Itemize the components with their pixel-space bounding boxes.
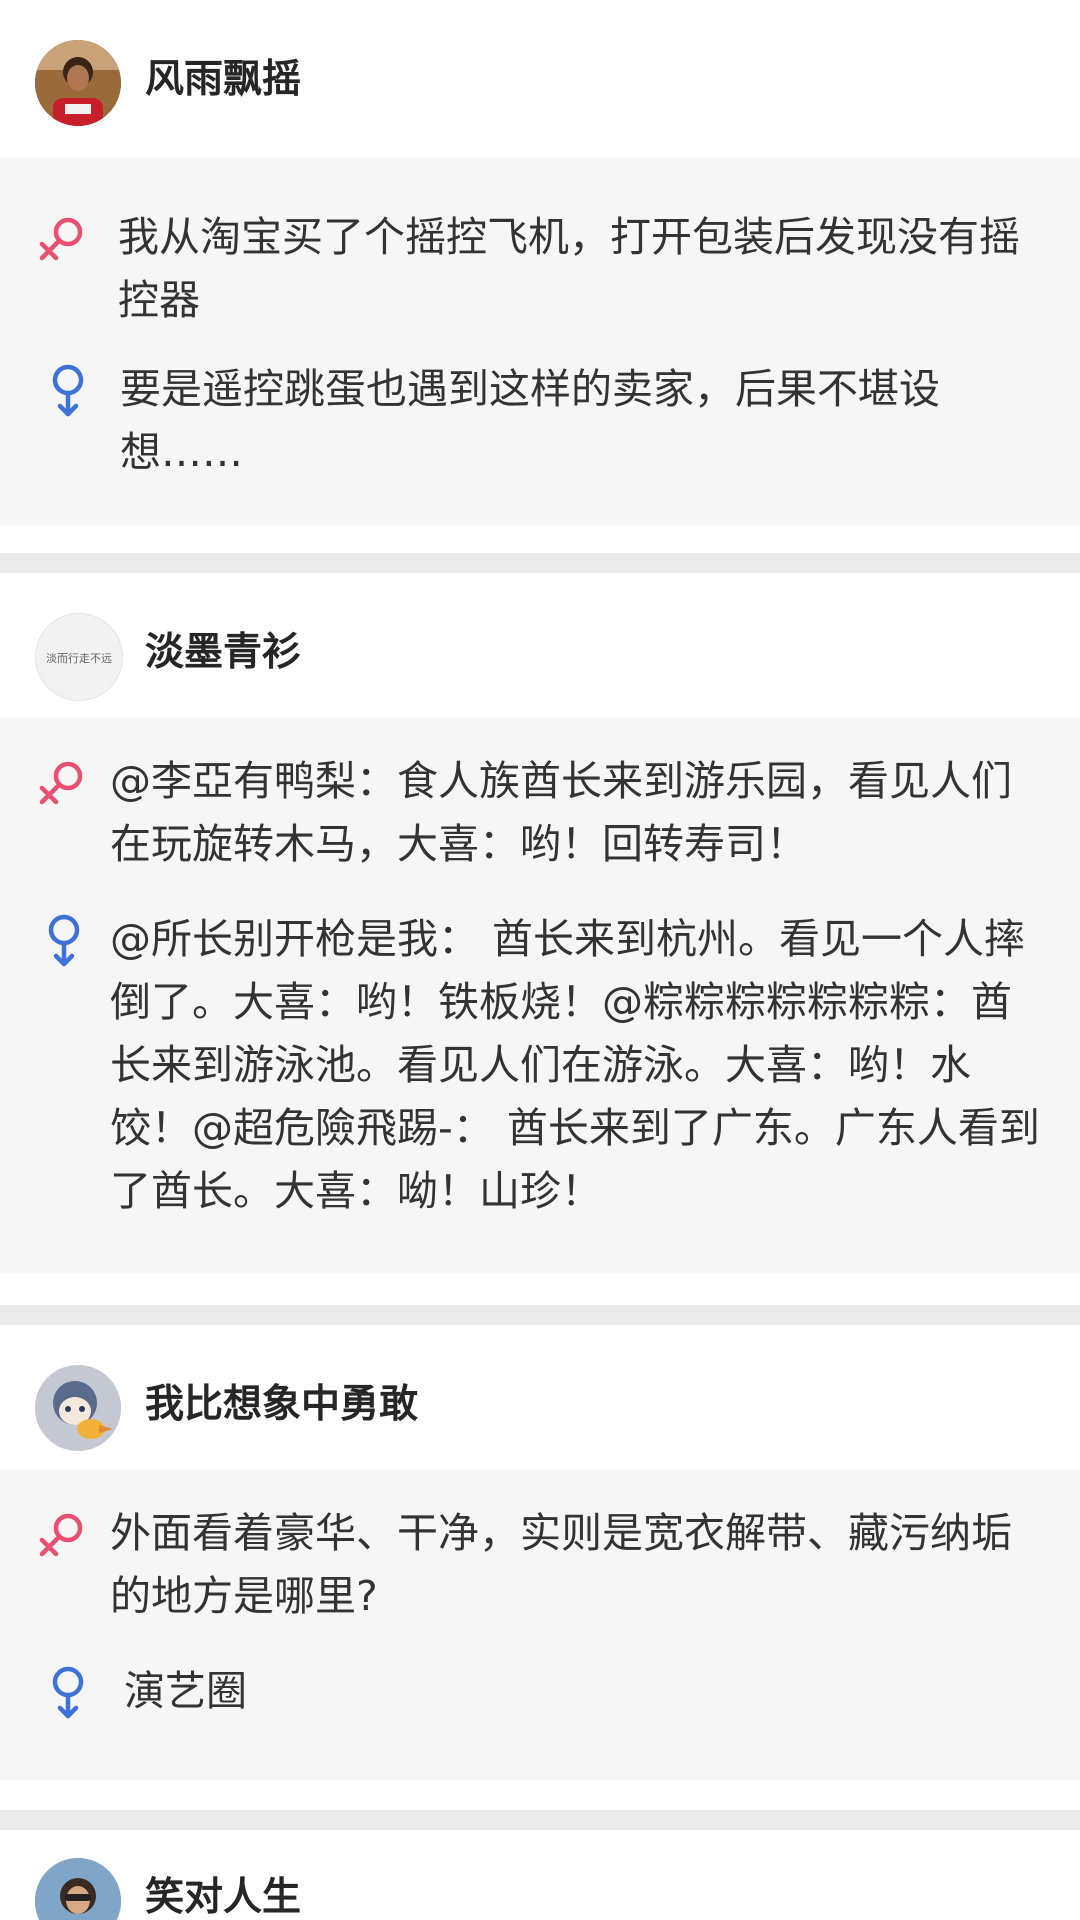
divider [0,1810,1080,1830]
post-body: 我从淘宝买了个摇控飞机，打开包装后发现没有摇控器 要是遥控跳蛋也遇到这样的卖家，… [0,158,1080,525]
female-symbol-icon [36,1506,92,1562]
question-text: @李亞有鸭梨：食人族酋长来到游乐园，看见人们在玩旋转木马，大喜：哟！回转寿司！ [110,757,1012,868]
answer-text: 演艺圈 [124,1667,247,1715]
avatar[interactable] [35,40,121,126]
male-symbol-icon [40,1664,96,1720]
male-symbol-icon [36,912,92,968]
post-card[interactable]: 风雨飘摇 我从淘宝买了个摇控飞机，打开包装后发现没有摇控器 要是遥控跳蛋也遇到这… [0,0,1080,525]
male-symbol-icon [40,362,96,418]
female-symbol-icon [36,754,92,810]
question-text: 外面看着豪华、干净，实则是宽衣解带、藏污纳垢的地方是哪里? [110,1509,1012,1620]
post-body: 外面看着豪华、干净，实则是宽衣解带、藏污纳垢的地方是哪里? 演艺圈 [0,1470,1080,1780]
username[interactable]: 淡墨青衫 [145,629,301,677]
avatar[interactable] [35,1858,121,1920]
post-header: 风雨飘摇 [0,0,1080,158]
answer-text: @所长别开枪是我： 酋长来到杭州。看见一个人摔倒了。大喜：哟！铁板烧！@粽粽粽粽… [110,915,1040,1215]
answer-text: 要是遥控跳蛋也遇到这样的卖家，后果不堪设想…… [120,365,940,476]
username[interactable]: 笑对人生 [145,1874,301,1920]
avatar[interactable]: 淡而行走不远 [35,613,123,701]
post-card[interactable]: 淡而行走不远 淡墨青衫 @李亞有鸭梨：食人族酋长来到游乐园，看见人们在玩旋转木马… [0,573,1080,1273]
username[interactable]: 我比想象中勇敢 [145,1381,418,1429]
username[interactable]: 风雨飘摇 [145,56,301,104]
post-body: @李亞有鸭梨：食人族酋长来到游乐园，看见人们在玩旋转木马，大喜：哟！回转寿司！ … [0,718,1080,1273]
post-card[interactable]: 我比想象中勇敢 外面看着豪华、干净，实则是宽衣解带、藏污纳垢的地方是哪里? 演艺… [0,1325,1080,1780]
post-header: 我比想象中勇敢 [0,1325,1080,1483]
avatar-calligraphy: 淡而行走不远 [46,652,112,665]
post-card[interactable]: 笑对人生 [0,1830,1080,1920]
feed: 风雨飘摇 我从淘宝买了个摇控飞机，打开包装后发现没有摇控器 要是遥控跳蛋也遇到这… [0,0,1080,1920]
question-text: 我从淘宝买了个摇控飞机，打开包装后发现没有摇控器 [118,213,1020,324]
post-header: 淡而行走不远 淡墨青衫 [0,573,1080,731]
divider [0,553,1080,573]
female-symbol-icon [36,210,92,266]
divider [0,1305,1080,1325]
avatar[interactable] [35,1365,121,1451]
